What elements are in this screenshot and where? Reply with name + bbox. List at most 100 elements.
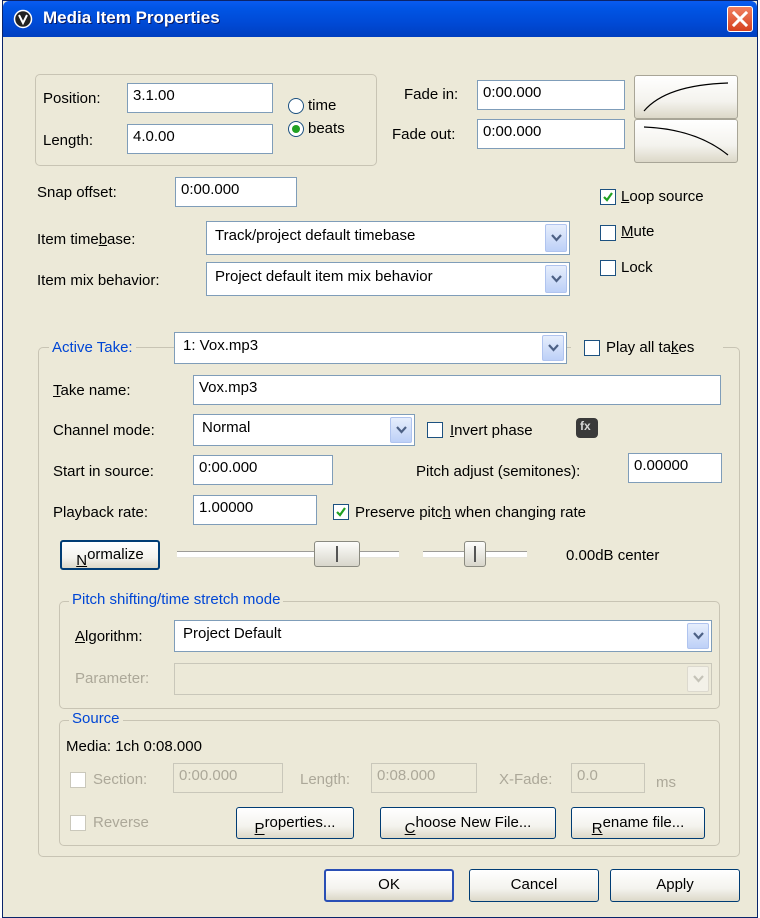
properties-button-label: Properties...	[254, 814, 336, 837]
fade-in-curve-icon	[643, 82, 729, 112]
pitch-adjust-label: Pitch adjust (semitones):	[416, 463, 581, 480]
ok-button[interactable]: OK	[324, 869, 454, 902]
choose-new-file-button[interactable]: Choose New File...	[380, 807, 556, 839]
close-button[interactable]	[727, 6, 753, 32]
mute-label: Mute	[621, 223, 655, 240]
snap-offset-label: Snap offset:	[37, 184, 117, 201]
volume-slider-thumb[interactable]	[314, 541, 360, 567]
xfade-label: X-Fade:	[499, 771, 553, 788]
media-item-properties-window: Media Item Properties Position: 3.1.00 L…	[2, 0, 758, 918]
volume-slider-track[interactable]	[177, 551, 399, 557]
apply-button[interactable]: Apply	[610, 869, 740, 902]
pitch-shifting-legend: Pitch shifting/time stretch mode	[69, 591, 284, 608]
take-name-label: Take name:	[53, 382, 131, 399]
invert-phase-checkbox[interactable]	[427, 422, 443, 438]
start-in-source-input[interactable]: 0:00.000	[193, 455, 333, 485]
channel-mode-label: Channel mode:	[53, 422, 155, 439]
length-label: Length:	[43, 132, 94, 149]
item-timebase-value: Track/project default timebase	[215, 227, 416, 244]
rename-file-button[interactable]: Rename file...	[571, 807, 705, 839]
dropdown-button[interactable]	[542, 335, 564, 361]
ok-button-label: OK	[378, 876, 400, 893]
algorithm-label: Algorithm:	[75, 628, 143, 645]
fade-in-label: Fade in:	[404, 86, 459, 103]
active-take-label: Active Take:	[49, 339, 136, 356]
cancel-button[interactable]: Cancel	[469, 869, 599, 902]
channel-mode-value: Normal	[202, 419, 251, 436]
xfade-input: 0.0	[571, 763, 645, 793]
time-radio-label: time	[308, 97, 337, 114]
section-label: Section:	[93, 771, 148, 788]
lock-checkbox[interactable]	[600, 260, 616, 276]
position-label: Position:	[43, 90, 101, 107]
item-timebase-label: Item timebase:	[37, 231, 136, 248]
active-take-value: 1: Vox.mp3	[183, 337, 259, 354]
channel-mode-select[interactable]: Normal	[193, 414, 415, 446]
fade-in-input[interactable]: 0:00.000	[477, 80, 625, 110]
dropdown-button[interactable]	[545, 265, 567, 293]
dropdown-button[interactable]	[545, 224, 567, 252]
title-bar[interactable]: Media Item Properties	[3, 1, 757, 37]
chevron-down-icon	[551, 275, 562, 283]
playback-rate-input[interactable]: 1.00000	[193, 495, 317, 525]
fade-in-shape-button[interactable]	[634, 75, 738, 119]
playback-rate-label: Playback rate:	[53, 504, 149, 521]
play-all-takes-label: Play all takes	[606, 339, 695, 356]
play-all-takes-checkbox[interactable]	[584, 340, 600, 356]
dropdown-button[interactable]	[687, 623, 709, 649]
preserve-pitch-checkbox[interactable]	[333, 504, 349, 520]
item-mix-select[interactable]: Project default item mix behavior	[206, 262, 570, 296]
mute-checkbox[interactable]	[600, 225, 616, 241]
close-icon	[731, 10, 749, 28]
loop-source-checkbox[interactable]	[600, 189, 616, 205]
beats-radio[interactable]	[288, 121, 304, 137]
time-radio[interactable]	[288, 98, 304, 114]
pan-slider-thumb[interactable]	[464, 541, 486, 567]
dropdown-button	[687, 666, 709, 692]
source-length-label: Length:	[300, 771, 351, 788]
active-take-select[interactable]: 1: Vox.mp3	[174, 332, 567, 364]
fade-out-input[interactable]: 0:00.000	[477, 119, 625, 149]
source-length-input: 0:08.000	[371, 763, 477, 793]
item-mix-value: Project default item mix behavior	[215, 268, 433, 285]
reverse-label: Reverse	[93, 814, 149, 831]
lock-label: Lock	[621, 259, 653, 276]
preserve-pitch-label: Preserve pitch when changing rate	[355, 504, 586, 521]
parameter-select	[174, 663, 712, 695]
rename-file-button-label: Rename file...	[591, 814, 685, 837]
chevron-down-icon	[548, 344, 559, 352]
choose-new-file-button-label: Choose New File...	[404, 814, 532, 837]
normalize-button[interactable]: Normalize	[60, 540, 160, 570]
fade-out-shape-button[interactable]	[634, 119, 738, 163]
source-legend: Source	[69, 710, 123, 727]
dropdown-button[interactable]	[390, 417, 412, 443]
algorithm-value: Project Default	[183, 625, 282, 642]
take-name-input[interactable]: Vox.mp3	[193, 375, 721, 405]
thumb-line	[336, 546, 338, 562]
length-input[interactable]: 4.0.00	[127, 124, 273, 154]
fx-button[interactable]: fx	[576, 418, 598, 438]
volume-pan-readout: 0.00dB center	[566, 547, 660, 564]
parameter-label: Parameter:	[75, 670, 150, 687]
chevron-down-icon	[693, 632, 704, 640]
media-info: Media: 1ch 0:08.000	[66, 738, 202, 755]
window-title: Media Item Properties	[43, 8, 220, 27]
item-timebase-select[interactable]: Track/project default timebase	[206, 221, 570, 255]
thumb-line	[474, 546, 476, 562]
snap-offset-input[interactable]: 0:00.000	[175, 177, 297, 207]
item-mix-label: Item mix behavior:	[37, 272, 160, 289]
algorithm-select[interactable]: Project Default	[174, 620, 712, 652]
properties-button[interactable]: Properties...	[236, 807, 354, 839]
normalize-button-label: Normalize	[76, 546, 144, 569]
fx-button-label: fx	[580, 419, 591, 433]
position-input[interactable]: 3.1.00	[127, 83, 273, 113]
start-in-source-label: Start in source:	[53, 463, 154, 480]
beats-radio-label: beats	[308, 120, 345, 137]
loop-source-label: Loop source	[621, 188, 704, 205]
section-checkbox	[70, 772, 86, 788]
apply-button-label: Apply	[656, 876, 694, 893]
invert-phase-label: Invert phase	[450, 422, 533, 439]
fade-out-label: Fade out:	[392, 126, 456, 143]
pitch-adjust-input[interactable]: 0.00000	[628, 453, 722, 483]
chevron-down-icon	[396, 426, 407, 434]
